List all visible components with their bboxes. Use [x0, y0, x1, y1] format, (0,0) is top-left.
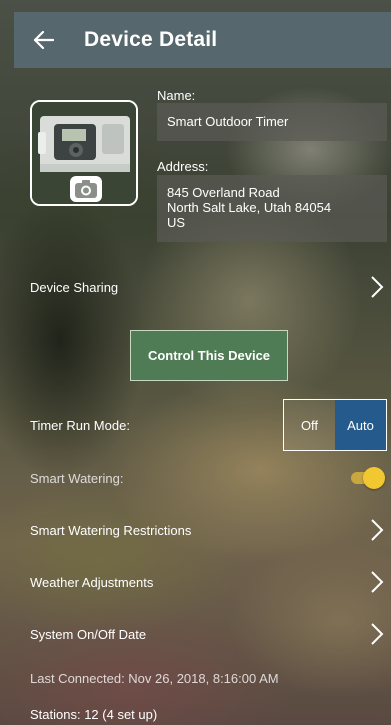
smart-watering-restrictions-label: Smart Watering Restrictions [30, 522, 192, 538]
timer-mode-off-option[interactable]: Off [284, 400, 335, 450]
camera-button[interactable] [70, 176, 102, 202]
name-field[interactable]: Smart Outdoor Timer [157, 103, 387, 141]
back-button[interactable] [24, 20, 64, 60]
app-header: Device Detail [14, 12, 391, 68]
name-label: Name: [157, 88, 196, 103]
page-title: Device Detail [84, 28, 218, 51]
timer-run-mode-label: Timer Run Mode: [30, 418, 130, 433]
chevron-right-icon [371, 519, 384, 541]
device-detail-screen: Device Detail Name: Smart Outdoor Timer [0, 0, 391, 725]
chevron-right-icon [371, 571, 384, 593]
control-this-device-button[interactable]: Control This Device [130, 330, 288, 381]
timer-run-mode-segmented-control: Off Auto [283, 399, 387, 451]
toggle-knob [363, 467, 385, 489]
address-line-2: North Salt Lake, Utah 84054 [167, 200, 332, 215]
smart-watering-toggle[interactable] [349, 467, 385, 489]
name-value: Smart Outdoor Timer [167, 114, 289, 129]
last-connected-text: Last Connected: Nov 26, 2018, 8:16:00 AM [30, 671, 279, 686]
smart-watering-label: Smart Watering: [30, 470, 124, 486]
camera-icon [75, 180, 97, 198]
smart-watering-row: Smart Watering: [30, 466, 385, 490]
device-sharing-label: Device Sharing [30, 279, 119, 295]
weather-adjustments-label: Weather Adjustments [30, 574, 154, 590]
weather-adjustments-row[interactable]: Weather Adjustments [30, 568, 385, 596]
system-on-off-date-row[interactable]: System On/Off Date [30, 620, 385, 648]
address-line-1: 845 Overland Road [167, 185, 280, 200]
address-line-3: US [167, 215, 186, 230]
device-photo[interactable] [30, 100, 138, 206]
system-on-off-date-label: System On/Off Date [30, 626, 147, 642]
device-sharing-row[interactable]: Device Sharing [30, 273, 385, 301]
chevron-right-icon [371, 623, 384, 645]
address-field[interactable]: 845 Overland Road North Salt Lake, Utah … [157, 175, 387, 242]
address-label: Address: [157, 159, 209, 174]
arrow-left-icon [34, 31, 54, 49]
smart-watering-restrictions-row[interactable]: Smart Watering Restrictions [30, 516, 385, 544]
chevron-right-icon [371, 276, 384, 298]
timer-mode-auto-option[interactable]: Auto [335, 400, 386, 450]
stations-text: Stations: 12 (4 set up) [30, 707, 158, 722]
